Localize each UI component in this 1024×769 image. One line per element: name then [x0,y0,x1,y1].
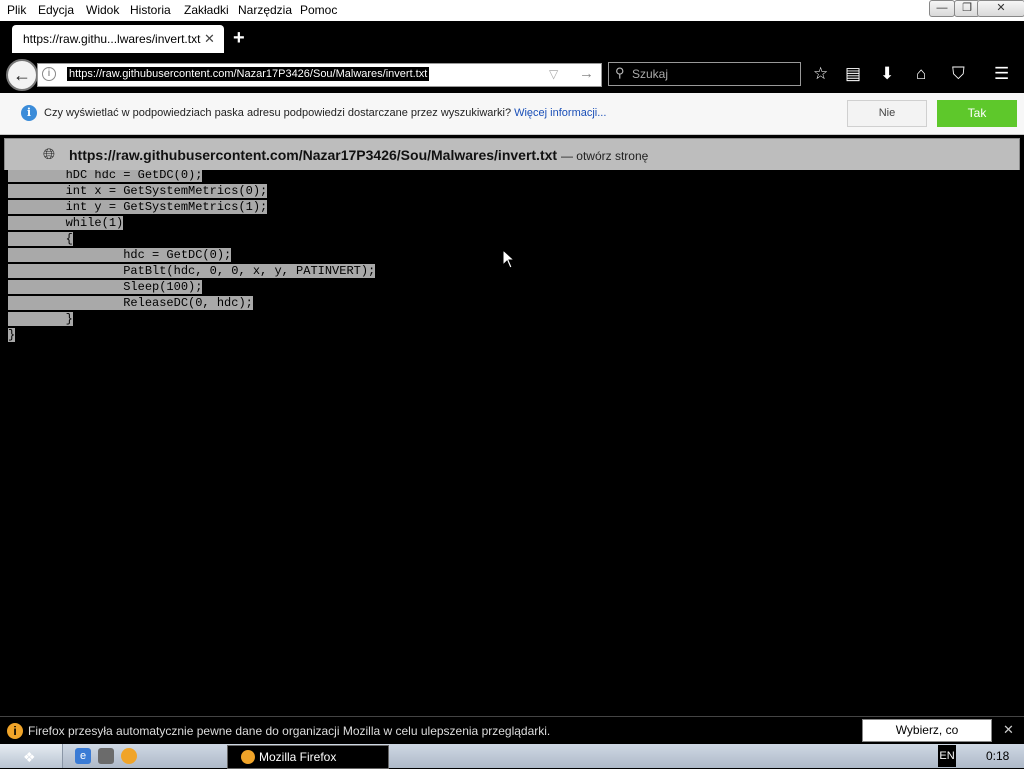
menu-zakladki[interactable]: Zakładki [184,3,229,17]
yes-button[interactable]: Tak [937,100,1017,127]
data-sharing-text: Firefox przesyła automatycznie pewne dan… [28,724,551,738]
back-button[interactable]: ← [6,59,38,91]
search-placeholder: Szukaj [632,67,669,81]
code-line: PatBlt(hdc, 0, 0, x, y, PATINVERT); [8,263,376,279]
close-window-button[interactable]: ✕ [977,0,1024,17]
code-line: int y = GetSystemMetrics(1); [8,199,375,215]
code-line-text: } [8,312,73,326]
tab-strip: https://raw.githu...lwares/invert.txt ✕ [0,21,1024,53]
notification-message: Czy wyświetlać w podpowiedziach paska ad… [44,107,512,119]
menu-edycja[interactable]: Edycja [38,3,74,17]
code-line-text: int y = GetSystemMetrics(1); [8,200,268,214]
code-line-text: hDC hdc = GetDC(0); [8,170,203,182]
firefox-icon[interactable] [121,748,137,764]
code-line: Sleep(100); [8,279,375,295]
search-suggestion-notification: i Czy wyświetlać w podpowiedziach paska … [0,93,1024,135]
windows-logo-icon: ❖ [23,749,36,765]
reader-icon[interactable]: ▤ [845,65,861,82]
menu-pomoc[interactable]: Pomoc [300,3,337,17]
search-icon: ⚲ [615,65,625,80]
tab-close-icon[interactable]: ✕ [204,31,215,47]
taskbar-item-label: Mozilla Firefox [259,750,337,764]
nav-bar: ← i https://raw.githubusercontent.com/Na… [0,53,1024,93]
notification-text: Czy wyświetlać w podpowiedziach paska ad… [44,107,606,119]
menu-narzedzia[interactable]: Narzędzia [238,3,292,17]
info-icon[interactable]: i [42,67,56,81]
menu-historia[interactable]: Historia [130,3,171,17]
language-indicator[interactable]: EN [938,745,956,767]
go-arrow-icon[interactable]: → [579,65,594,82]
tab-invert-txt[interactable]: https://raw.githu...lwares/invert.txt ✕ [12,25,224,53]
suggestion-action: — otwórz stronę [560,149,649,163]
home-icon[interactable]: ⌂ [916,65,926,82]
no-button[interactable]: Nie [847,100,927,127]
taskbar-item-firefox[interactable]: Mozilla Firefox [227,745,389,769]
page-content: hDC hdc = GetDC(0); int x = GetSystemMet… [0,170,1024,715]
more-info-link[interactable]: Więcej informacji... [514,107,606,119]
code-line-text: hdc = GetDC(0); [8,248,232,262]
pocket-icon[interactable]: ⛉ [952,65,965,82]
url-bar[interactable]: i https://raw.githubusercontent.com/Naza… [37,63,602,87]
code-line: hDC hdc = GetDC(0); [8,170,375,183]
code-line: } [8,327,375,343]
globe-icon: 🌐︎ [43,146,56,163]
download-icon[interactable]: ⬇ [880,65,894,82]
firefox-icon [241,750,255,764]
dropdown-icon[interactable]: ▽ [549,67,558,81]
ie-icon[interactable]: e [75,748,91,764]
code-line-text: { [8,232,73,246]
code-line: ReleaseDC(0, hdc); [8,295,375,311]
suggestion-url: https://raw.githubusercontent.com/Nazar1… [69,147,648,163]
code-line-text: PatBlt(hdc, 0, 0, x, y, PATINVERT); [8,264,376,278]
url-input[interactable]: https://raw.githubusercontent.com/Nazar1… [67,67,430,81]
code-line-text: ReleaseDC(0, hdc); [8,296,253,310]
url-suggestion-row[interactable]: 🌐︎ https://raw.githubusercontent.com/Naz… [4,138,1020,171]
code-line: int x = GetSystemMetrics(0); [8,183,375,199]
new-tab-button[interactable]: + [233,24,245,52]
taskbar: ❖ e Mozilla Firefox EN 0:18 [0,744,1024,769]
menu-icon[interactable]: ☰ [994,65,1009,82]
code-line: while(1) [8,215,375,231]
code-text: hDC hdc = GetDC(0); int x = GetSystemMet… [8,170,376,343]
code-line: } [8,311,375,327]
search-box[interactable]: ⚲ Szukaj [608,62,801,86]
warning-icon: i [7,723,23,739]
show-desktop-icon[interactable] [98,748,114,764]
close-icon[interactable]: ✕ [1003,722,1014,738]
code-line-text: while(1) [8,216,124,230]
data-sharing-notification: i Firefox przesyła automatycznie pewne d… [0,716,1024,758]
star-icon[interactable]: ☆ [813,65,828,82]
code-line-text: int x = GetSystemMetrics(0); [8,184,268,198]
menu-bar: Plik Edycja Widok Historia Zakładki Narz… [0,0,1024,21]
menu-widok[interactable]: Widok [86,3,119,17]
code-line-text: Sleep(100); [8,280,203,294]
minimize-button[interactable]: — [929,0,955,17]
menu-plik[interactable]: Plik [7,3,26,17]
tab-title: https://raw.githu...lwares/invert.txt [23,32,201,46]
clock[interactable]: 0:18 [986,749,1009,763]
code-line: hdc = GetDC(0); [8,247,375,263]
code-line: { [8,231,375,247]
info-icon: i [21,105,37,121]
choose-what-to-share-button[interactable]: Wybierz, co udostępniać [862,719,992,758]
suggestion-url-text: https://raw.githubusercontent.com/Nazar1… [69,147,558,163]
code-line-text: } [8,328,16,342]
start-button[interactable]: ❖ [0,744,63,768]
